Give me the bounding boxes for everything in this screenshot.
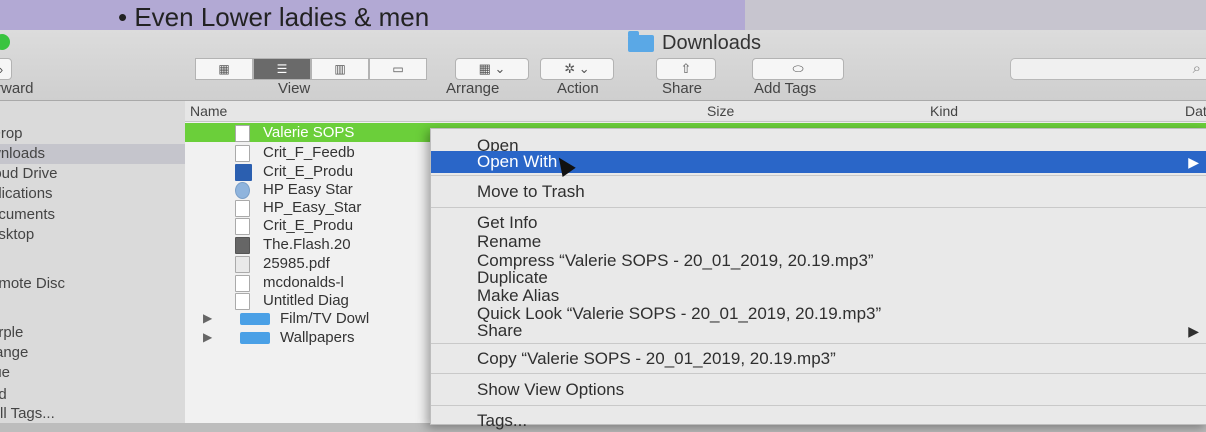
menu-item-share[interactable]: Share ▶ (431, 320, 1206, 342)
share-label: Share (662, 80, 703, 97)
menu-item-copy[interactable]: Copy “Valerie SOPS - 20_01_2019, 20.19.m… (431, 348, 1206, 370)
sidebar-item-desktop[interactable]: esktop (0, 225, 185, 245)
file-name: HP Easy Star (263, 181, 353, 198)
chevron-right-icon: › (0, 62, 3, 77)
sidebar: s Drop wnloads loud Drive plications ocu… (0, 101, 185, 423)
share-icon: ⇧ (680, 61, 692, 76)
action-label: Action (557, 80, 599, 97)
add-tags-label: Add Tags (754, 80, 817, 97)
forward-button[interactable]: › (0, 58, 12, 80)
search-input[interactable]: ⌕ (1010, 58, 1206, 80)
menu-item-move-to-trash[interactable]: Move to Trash (431, 181, 1206, 203)
audio-file-icon (235, 125, 250, 142)
sidebar-item-header: s (0, 106, 185, 126)
search-icon: ⌕ (1192, 60, 1201, 77)
sidebar-item-tag-red[interactable]: ed (0, 385, 185, 405)
file-name: The.Flash.20 (263, 236, 351, 253)
file-name: Crit_E_Produ (263, 217, 354, 234)
submenu-arrow-icon: ▶ (1188, 154, 1199, 170)
action-button[interactable]: ✲ ⌄ (540, 58, 614, 80)
menu-separator (431, 207, 1206, 208)
columns-icon: ▥ (334, 62, 346, 76)
slide-bullet-text: • Even Lower ladies & men (118, 2, 429, 33)
video-file-icon (235, 237, 250, 254)
column-header-name[interactable]: Name (190, 101, 227, 121)
folder-icon (240, 313, 270, 325)
toolbar: Downloads › rward ▦ ☰ ▥ ▭ View ▦ ⌄ Arran… (0, 30, 1206, 101)
document-icon (235, 293, 250, 310)
bullet-line: Even Lower ladies & men (134, 2, 430, 32)
folder-icon (628, 31, 654, 52)
file-name: 25985.pdf (263, 255, 330, 272)
share-button[interactable]: ⇧ (656, 58, 716, 80)
disk-image-icon (235, 182, 250, 199)
sidebar-item-tag-orange[interactable]: range (0, 343, 185, 363)
window-title-text: Downloads (662, 32, 761, 54)
menu-item-show-view-options[interactable]: Show View Options (431, 379, 1206, 401)
document-icon (235, 275, 250, 292)
column-header-size[interactable]: Size (707, 101, 734, 121)
menu-item-open-with[interactable]: Open With ▶ (431, 151, 1206, 173)
arrange-icon: ▦ ⌄ (478, 61, 506, 76)
file-name: Wallpapers (280, 329, 355, 346)
list-view-button[interactable]: ☰ (253, 58, 311, 80)
file-name: Crit_E_Produ (263, 163, 354, 180)
menu-separator (431, 373, 1206, 374)
context-menu: Open Open With ▶ Move to Trash Get Info … (430, 128, 1206, 430)
column-header-date[interactable]: Dat (1185, 101, 1206, 121)
folder-icon (240, 332, 270, 344)
sidebar-item-remote-disc[interactable]: emote Disc (0, 274, 185, 294)
disclosure-triangle-icon[interactable]: ▶ (203, 328, 212, 347)
zoom-window-button[interactable] (0, 34, 10, 50)
window-title: Downloads (628, 31, 761, 55)
sidebar-item-airdrop[interactable]: Drop (0, 124, 185, 144)
sidebar-item-downloads[interactable]: wnloads (0, 144, 185, 164)
word-document-icon (235, 164, 252, 181)
icon-view-button[interactable]: ▦ (195, 58, 253, 80)
document-icon (235, 145, 250, 162)
list-icon: ☰ (276, 62, 288, 76)
sidebar-item-documents[interactable]: ocuments (0, 205, 185, 225)
column-view-button[interactable]: ▥ (311, 58, 369, 80)
gallery-icon: ▭ (392, 62, 404, 76)
file-name: mcdonalds-l (263, 274, 344, 291)
icon-grid-icon: ▦ (218, 62, 230, 76)
bullet-glyph: • (118, 2, 128, 32)
arrange-button[interactable]: ▦ ⌄ (455, 58, 529, 80)
view-segmented-control: ▦ ☰ ▥ ▭ (195, 58, 427, 80)
sidebar-item-icloud-drive[interactable]: loud Drive (0, 164, 185, 184)
disclosure-triangle-icon[interactable]: ▶ (203, 309, 212, 328)
document-icon (235, 218, 250, 235)
sidebar-item-tag-purple[interactable]: urple (0, 323, 185, 343)
submenu-arrow-icon: ▶ (1188, 323, 1199, 339)
menu-separator (431, 405, 1206, 406)
pdf-icon (235, 256, 250, 273)
sidebar-item-all-tags[interactable]: All Tags... (0, 404, 185, 424)
arrange-label: Arrange (446, 80, 500, 97)
file-name: HP_Easy_Star (263, 199, 362, 216)
tag-icon: ⬭ (792, 61, 804, 76)
gear-icon: ✲ ⌄ (564, 61, 590, 76)
file-name: Crit_F_Feedb (263, 144, 355, 161)
sidebar-item-applications[interactable]: plications (0, 184, 185, 204)
add-tags-button[interactable]: ⬭ (752, 58, 844, 80)
installer-icon (235, 200, 250, 217)
column-header-kind[interactable]: Kind (930, 101, 958, 121)
file-name: Film/TV Dowl (280, 310, 370, 327)
menu-item-tags[interactable]: Tags... (431, 410, 1206, 432)
menu-separator (431, 175, 1206, 176)
forward-label: rward (0, 80, 34, 97)
file-name: Valerie SOPS (263, 124, 355, 141)
sidebar-item-tag-blue[interactable]: lue (0, 363, 185, 383)
column-header-row: Name Size Kind Dat (185, 101, 1206, 122)
view-label: View (278, 80, 311, 97)
gallery-view-button[interactable]: ▭ (369, 58, 427, 80)
menu-separator (431, 343, 1206, 344)
file-name: Untitled Diag (263, 292, 349, 309)
